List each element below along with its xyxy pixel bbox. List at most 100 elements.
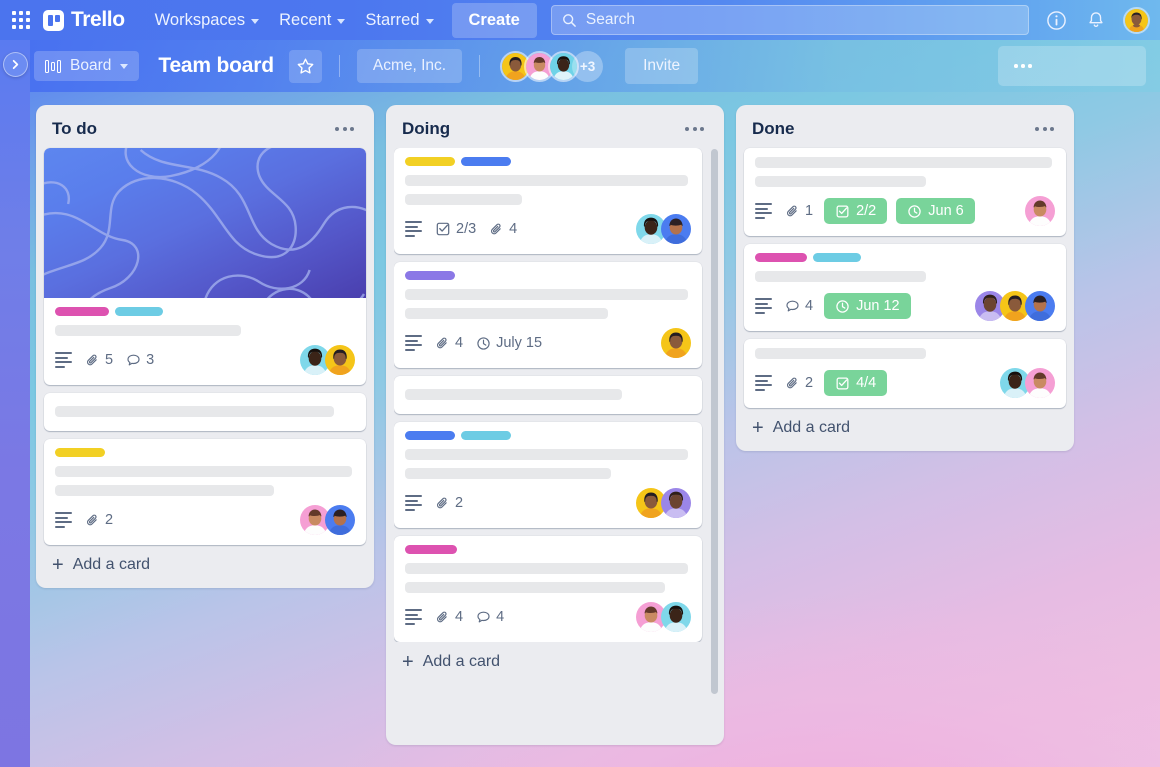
sidebar-toggle-button[interactable] [3, 52, 28, 77]
description-icon [405, 335, 422, 351]
nav-recent-label: Recent [279, 10, 332, 29]
top-nav-right-actions [1029, 6, 1150, 34]
add-a-card-label: Add a card [72, 556, 151, 573]
invite-button[interactable]: Invite [625, 48, 699, 84]
paperclip-icon [787, 377, 797, 388]
label-magenta[interactable] [405, 545, 457, 554]
avatar[interactable] [325, 505, 355, 535]
nav-workspaces[interactable]: Workspaces [145, 5, 269, 36]
card-title-placeholder [55, 485, 274, 496]
workspace-name-chip[interactable]: Acme, Inc. [356, 49, 463, 83]
label-sky[interactable] [461, 431, 511, 440]
card-members [661, 328, 691, 358]
attachment-count: 1 [785, 203, 813, 219]
plus-icon: + [402, 651, 414, 673]
card[interactable]: 4 July 15 [394, 262, 702, 368]
list-title[interactable]: To do [52, 119, 97, 139]
paperclip-icon [437, 611, 447, 622]
card[interactable]: 2 4/4 [744, 339, 1066, 408]
avatar[interactable] [661, 488, 691, 518]
nav-starred[interactable]: Starred [355, 5, 443, 36]
add-a-card-button[interactable]: + Add a card [394, 642, 716, 679]
page-title[interactable]: Team board [158, 54, 274, 78]
card-title-placeholder [55, 466, 352, 477]
label-sky[interactable] [813, 253, 861, 262]
brand-name: Trello [71, 8, 125, 31]
attachment-count-value: 5 [105, 352, 114, 368]
card-members [636, 214, 691, 244]
comment-count: 4 [476, 609, 504, 625]
app-grid-icon[interactable] [9, 8, 33, 32]
avatar[interactable] [325, 345, 355, 375]
bell-icon[interactable] [1083, 7, 1109, 33]
card-labels [405, 545, 691, 554]
members-overflow-count[interactable]: +3 [572, 50, 604, 82]
list-menu-button[interactable] [329, 123, 360, 135]
description-icon [55, 352, 72, 368]
label-sky[interactable] [115, 307, 163, 316]
list-title[interactable]: Doing [402, 119, 450, 139]
board-menu-button[interactable] [998, 46, 1146, 86]
avatar[interactable] [661, 602, 691, 632]
list-title[interactable]: Done [752, 119, 795, 139]
card[interactable]: 5 3 [44, 148, 366, 385]
create-button[interactable]: Create [451, 2, 537, 38]
card-cover-image [44, 148, 366, 298]
list-scrollbar[interactable] [711, 149, 718, 694]
card[interactable]: 4 Jun 12 [744, 244, 1066, 331]
avatar[interactable] [1123, 6, 1150, 34]
attachment-count: 2 [85, 512, 113, 528]
comment-count-value: 4 [496, 609, 505, 625]
avatar[interactable] [1025, 196, 1055, 226]
card-title-placeholder [755, 348, 926, 359]
card-title-placeholder [405, 389, 623, 400]
avatar[interactable] [661, 214, 691, 244]
plus-icon: + [52, 554, 64, 576]
list-menu-button[interactable] [1029, 123, 1060, 135]
nav-recent[interactable]: Recent [269, 5, 355, 36]
card-meta: 1 2/2 Jun 6 [755, 196, 1055, 226]
card[interactable] [44, 393, 366, 431]
card-meta: 4 July 15 [405, 328, 691, 358]
card[interactable]: 2 [44, 439, 366, 545]
card[interactable] [394, 376, 702, 414]
card-title-placeholder [405, 563, 689, 574]
search-input[interactable]: Search [550, 5, 1029, 35]
clock-icon [477, 336, 490, 350]
star-board-button[interactable] [288, 49, 322, 83]
add-a-card-button[interactable]: + Add a card [744, 408, 1066, 445]
due-date-badge: Jun 6 [896, 198, 975, 224]
label-magenta[interactable] [755, 253, 807, 262]
chevron-right-icon [12, 59, 19, 70]
card-content: 5 3 [44, 298, 366, 375]
label-blue[interactable] [461, 157, 511, 166]
attachment-count: 4 [435, 609, 463, 625]
card[interactable]: 2 [394, 422, 702, 528]
label-blue[interactable] [405, 431, 455, 440]
card[interactable]: 1 2/2 Jun 6 [744, 148, 1066, 236]
info-circle-icon[interactable] [1043, 7, 1069, 33]
avatar[interactable] [1025, 291, 1055, 321]
trello-home-link[interactable]: Trello [43, 8, 125, 32]
card-title-placeholder [55, 325, 241, 336]
card-title-placeholder [405, 468, 611, 479]
avatar[interactable] [661, 328, 691, 358]
board-view-switcher[interactable]: Board [34, 51, 140, 81]
attachment-count-value: 4 [509, 221, 518, 237]
card[interactable]: 2/3 4 [394, 148, 702, 254]
card[interactable]: 4 4 [394, 536, 702, 642]
card-meta: 4 4 [405, 602, 691, 632]
more-horizontal-icon [685, 127, 704, 131]
label-magenta[interactable] [55, 307, 109, 316]
avatar[interactable] [1025, 368, 1055, 398]
add-a-card-button[interactable]: + Add a card [44, 545, 366, 582]
label-purple[interactable] [405, 271, 455, 280]
checklist-complete-badge: 2/2 [824, 198, 888, 224]
checklist-count: 2/3 [435, 221, 476, 237]
board-lists-container: To do 5 3 2 + Add a card Doing 2/3 4 4 J… [30, 92, 1160, 767]
clock-icon [836, 299, 849, 313]
board-view-icon [45, 59, 61, 73]
label-yellow[interactable] [405, 157, 455, 166]
list-menu-button[interactable] [679, 123, 710, 135]
label-yellow[interactable] [55, 448, 105, 457]
